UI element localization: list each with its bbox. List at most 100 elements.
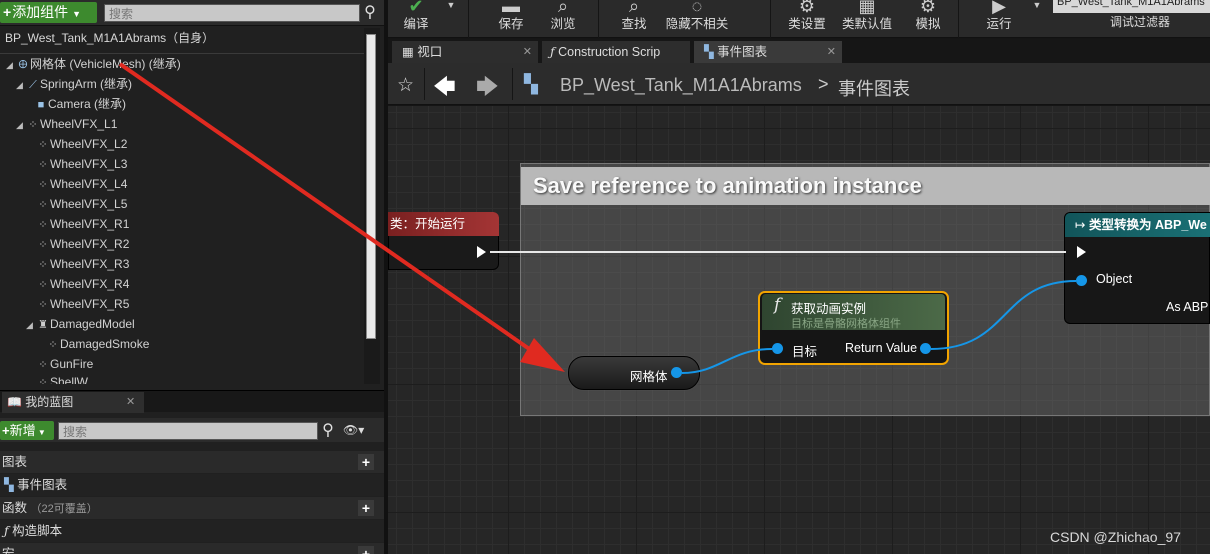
compile-button[interactable]: ✔ 编译 [394,0,438,38]
tree-item-shellw[interactable]: ⁘ ShellW... [36,372,97,384]
save-label: 保存 [498,17,524,31]
tree-item-vehiclemesh[interactable]: ◢ 🜨 网格体 (VehicleMesh) (继承) [6,54,181,74]
breadcrumb-graph[interactable]: 事件图表 [838,75,910,101]
debug-filter-label: 调试过滤器 [1110,15,1171,29]
add-function-button[interactable]: + [358,500,374,516]
tab-event-graph[interactable]: ▚ 事件图表 ✕ [694,41,842,63]
tree-item-wheelvfx-r3[interactable]: ⁘ WheelVFX_R3 [36,254,129,274]
tree-item-wheelvfx-l5[interactable]: ⁘ WheelVFX_L5 [36,194,127,214]
browse-icon: ⌕ [557,0,569,16]
section-macros[interactable]: 宏 + [0,543,384,554]
search-icon[interactable]: ⚲ [361,3,379,23]
target-input-pin[interactable] [772,343,783,354]
mesh-output-pin[interactable] [671,367,682,378]
expand-arrow-icon[interactable]: ◢ [6,55,16,75]
exec-out-pin[interactable] [477,246,486,258]
tree-item-label: ShellW... [50,375,98,384]
expand-arrow-icon[interactable]: ◢ [16,115,26,135]
add-component-button[interactable]: +添加组件 ▼ [0,2,97,23]
tree-item-wheelvfx-l4[interactable]: ⁘ WheelVFX_L4 [36,174,127,194]
tree-item-camera[interactable]: ■ Camera (继承) [34,94,126,114]
tree-item-label: Camera (继承) [48,97,127,111]
self-component-row[interactable]: BP_West_Tank_M1A1Abrams（自身） [0,28,364,48]
star-icon[interactable]: ☆ [397,74,417,96]
return-value-output-pin[interactable] [920,343,931,354]
tree-item-wheelvfx-r4[interactable]: ⁘ WheelVFX_R4 [36,274,129,294]
tree-item-springarm[interactable]: ◢ ⟋ SpringArm (继承) [16,74,132,94]
vfx-icon: ⁘ [38,199,48,211]
vfx-icon: ⁘ [48,339,58,351]
function-node-subtitle: 目标是骨骼网格体组件 [791,318,901,330]
save-button[interactable]: ▬ 保存 [488,0,534,38]
class-defaults-button[interactable]: ▦ 类默认值 [840,0,894,38]
eye-icon[interactable]: 👁▾ [343,423,371,439]
find-button[interactable]: ⌕ 查找 [614,0,654,38]
tree-item-wheelvfx-l1[interactable]: ◢ ⁘ WheelVFX_L1 [16,114,117,134]
compile-options-dropdown[interactable]: ▼ [442,0,460,38]
find-label: 查找 [621,17,647,31]
construction-script-item[interactable]: ƒ 构造脚本 [0,520,384,542]
chevron-down-icon: ▼ [72,9,81,19]
close-icon[interactable]: ✕ [126,392,135,413]
item-label: 构造脚本 [12,524,63,538]
tree-item-wheelvfx-l3[interactable]: ⁘ WheelVFX_L3 [36,154,127,174]
class-settings-button[interactable]: ⚙ 类设置 [784,0,830,38]
search-icon[interactable]: ⚲ [319,421,337,441]
graph-icon: ▚ [524,74,538,94]
my-blueprint-toolbar: +新增 ▼ 搜索 ⚲ 👁▾ [0,418,384,442]
hide-unrelated-label: 隐藏不相关 [665,17,729,31]
expand-arrow-icon[interactable]: ◢ [26,315,36,335]
blueprint-search-input[interactable]: 搜索 [58,422,318,440]
section-graphs[interactable]: 图表 + [0,451,384,473]
viewport-icon: ▦ [402,45,414,59]
add-graph-button[interactable]: + [358,454,374,470]
toolbar-separator [468,0,469,38]
mesh-variable-label: 网格体 [630,370,668,384]
event-node-title: 类：开始运行 [388,212,499,236]
object-input-pin[interactable] [1076,275,1087,286]
browse-button[interactable]: ⌕ 浏览 [540,0,586,38]
document-tabs: ▦ 视口 ✕ ƒ Construction Scrip ▚ 事件图表 ✕ [388,39,1210,63]
new-button[interactable]: +新增 ▼ [0,421,54,440]
watermark: CSDN @Zhichao_97 [1050,529,1181,545]
close-icon[interactable]: ✕ [827,41,836,63]
tree-item-label: WheelVFX_R3 [50,257,130,271]
event-graph-item[interactable]: ▚ 事件图表 [0,474,384,496]
exec-in-pin[interactable] [1077,246,1086,258]
section-label: 图表 [2,455,28,469]
hide-unrelated-button[interactable]: ◌ 隐藏不相关 [660,0,734,38]
tab-my-blueprint[interactable]: 📖 我的蓝图 ✕ [2,392,144,413]
back-arrow-icon[interactable]: 🡄 [433,70,456,108]
tree-item-wheelvfx-r2[interactable]: ⁘ WheelVFX_R2 [36,234,129,254]
browse-label: 浏览 [550,17,576,31]
tree-item-wheelvfx-l2[interactable]: ⁘ WheelVFX_L2 [36,134,127,154]
run-options-dropdown[interactable]: ▼ [1028,0,1046,38]
tree-item-damagedsmoke[interactable]: ⁘ DamagedSmoke [46,334,149,354]
tree-item-label: DamagedSmoke [60,337,150,351]
section-functions[interactable]: 函数 （22可覆盖） + [0,497,384,519]
run-button[interactable]: ▶ 运行 [976,0,1022,38]
component-search-input[interactable]: 搜索 [104,4,360,22]
tree-item-wheelvfx-r1[interactable]: ⁘ WheelVFX_R1 [36,214,129,234]
simulate-button[interactable]: ⚙ 模拟 [908,0,948,38]
header-separator [424,68,425,100]
close-icon[interactable]: ✕ [523,41,532,63]
comment-title[interactable]: Save reference to animation instance [521,167,1210,205]
tree-item-gunfire[interactable]: ⁘ GunFire [36,354,93,374]
tree-item-label: WheelVFX_L1 [40,117,118,131]
breadcrumb-separator: > [818,74,829,94]
tree-scrollbar-thumb[interactable] [366,34,376,339]
debug-object-select[interactable]: BP_West_Tank_M1A1Abrams [1053,0,1210,13]
tab-construction-script[interactable]: ƒ Construction Scrip [542,41,690,63]
defaults-icon: ▦ [858,0,876,16]
model-icon: ♜ [38,319,48,331]
tree-item-damagedmodel[interactable]: ◢ ♜ DamagedModel [26,314,135,334]
breadcrumb-blueprint[interactable]: BP_West_Tank_M1A1Abrams [560,75,802,96]
tab-viewport[interactable]: ▦ 视口 ✕ [392,41,538,63]
tree-item-wheelvfx-r5[interactable]: ⁘ WheelVFX_R5 [36,294,129,314]
mesh-icon: 🜨 [18,59,28,71]
springarm-icon: ⟋ [29,79,37,91]
add-macro-button[interactable]: + [358,546,374,554]
expand-arrow-icon[interactable]: ◢ [16,75,26,95]
forward-arrow-icon[interactable]: 🡆 [476,70,499,108]
